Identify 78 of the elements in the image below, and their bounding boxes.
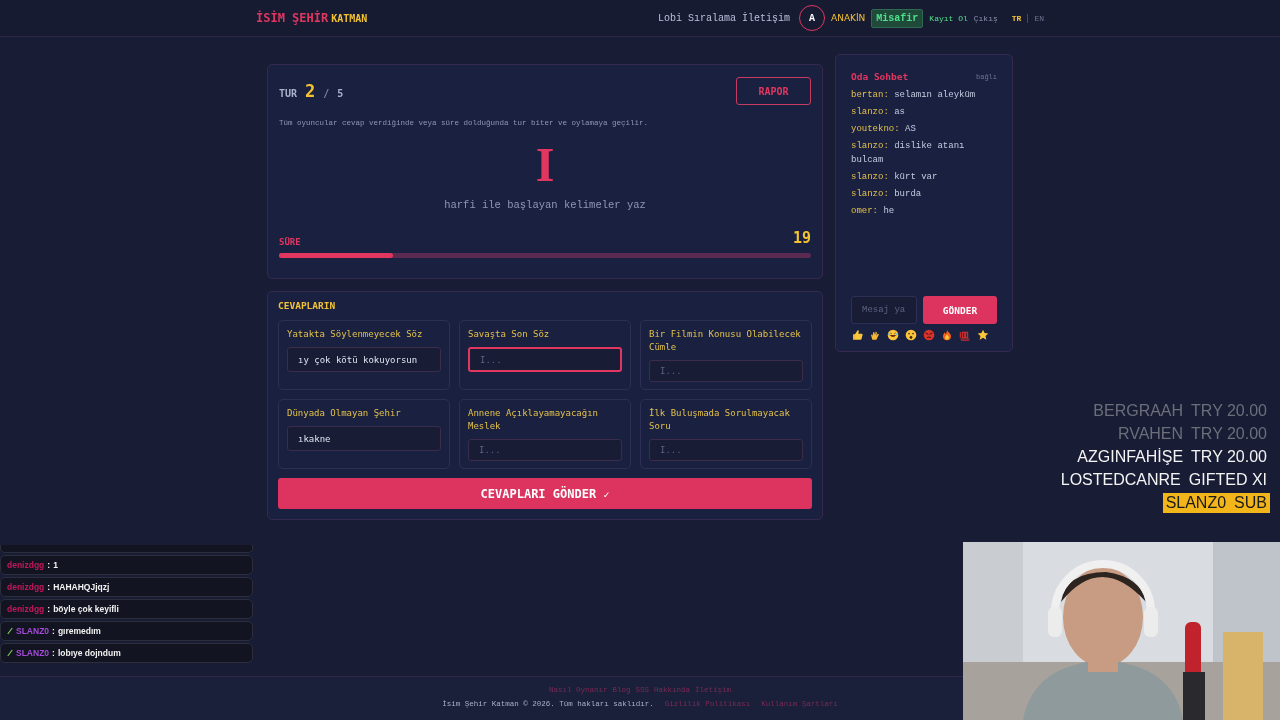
category-label: Savaşta Son Söz <box>468 328 551 341</box>
submit-button[interactable]: CEVAPLARI GÖNDER ✓ <box>278 478 812 509</box>
round-separator: / <box>323 88 330 99</box>
surprised-face-icon[interactable] <box>905 329 917 341</box>
chat-message: slanzo: kürt var <box>851 171 939 184</box>
category-label: Annene Açıklayamayacağın Meslek <box>468 407 600 433</box>
timer-value: 19 <box>792 229 811 247</box>
angry-face-icon[interactable] <box>923 329 935 341</box>
event-detail: TRY 20.00 <box>1191 447 1267 467</box>
auth-link[interactable]: Çıkış <box>973 13 998 23</box>
chat-message: bertan: selamın aleyküm <box>851 89 977 102</box>
chat-title: Oda Sohbet <box>851 71 909 82</box>
chat-separator: : <box>47 582 51 592</box>
event-detail: TRY 20.00 <box>1191 424 1267 444</box>
answer-field[interactable]: ıy çok kötü kokuyorsun <box>287 347 441 372</box>
chat-message: slanzo: as <box>851 106 907 119</box>
language-option[interactable]: EN <box>1034 13 1044 23</box>
chat-text: lobıye dojndum <box>57 648 121 658</box>
nav-link[interactable]: Lobi <box>657 12 682 24</box>
laughing-face-icon[interactable] <box>887 329 899 341</box>
chat-text: gıremedım <box>57 626 101 636</box>
thumbs-up-icon[interactable] <box>851 329 863 341</box>
language-option[interactable]: TR <box>1011 13 1022 23</box>
slash-icon <box>7 627 13 635</box>
star-icon[interactable] <box>977 329 989 341</box>
event-detail: TRY 20.00 <box>1191 401 1267 421</box>
event-detail: GIFTED XI <box>1188 470 1267 490</box>
chat-text: böyle çok keyifli <box>53 604 119 614</box>
timer-label: SÜRE <box>279 237 301 247</box>
chat-username: denizdgg <box>7 582 45 592</box>
answer-field[interactable]: I... <box>468 439 622 461</box>
chat-separator: : <box>47 604 51 614</box>
chat-username: denizdgg <box>7 604 45 614</box>
round-number: 2 <box>305 81 316 101</box>
answer-field[interactable]: ıkakne <box>287 426 441 451</box>
chat-separator: : <box>52 626 55 636</box>
message-field[interactable]: Mesaj ya <box>851 296 917 324</box>
send-button[interactable]: GÖNDER <box>923 296 997 324</box>
nav-link[interactable]: İletişim <box>742 12 790 24</box>
event-name: SLANZ0 <box>1165 493 1227 513</box>
logo-subtitle[interactable]: KATMAN <box>331 13 368 24</box>
nav-link[interactable]: Sıralama <box>687 12 736 24</box>
round-total: 5 <box>337 88 344 99</box>
chat-message: youtekno: AS <box>851 123 917 136</box>
round-label: TUR <box>279 88 298 99</box>
clapping-hands-icon[interactable] <box>869 329 881 341</box>
answer-field[interactable]: I... <box>649 360 803 382</box>
chat-username: denizdgg <box>7 560 45 570</box>
category-label: Bir Filmin Konusu Olabilecek Cümle <box>649 328 802 354</box>
event-name: RVAHEN <box>1117 424 1184 444</box>
section-title: CEVAPLARIN <box>278 300 337 311</box>
fire-icon[interactable] <box>941 329 953 341</box>
category-label: Dünyada Olmayan Şehir <box>287 407 402 420</box>
chat-username: SLANZ0 <box>16 626 50 636</box>
chat-message: slanzo: burda <box>851 188 923 201</box>
category-label: Yatakta Söylenmeyecek Söz <box>287 328 424 341</box>
chat-separator: : <box>52 648 55 658</box>
logo-title[interactable]: İSİM ŞEHİR <box>256 11 329 25</box>
chat-text: 1 <box>53 560 58 570</box>
chat-separator: : <box>47 560 51 570</box>
event-name: LOSTEDCANRE <box>1060 470 1181 490</box>
target-letter: I <box>534 143 556 187</box>
instruction-text: harfi ile başlayan kelimeler yaz <box>443 199 647 211</box>
answer-field[interactable]: I... <box>468 347 622 372</box>
chat-message: omer: he <box>851 205 896 218</box>
role-badge: Misafir <box>871 8 924 28</box>
chat-username: SLANZ0 <box>16 648 50 658</box>
category-label: İlk Buluşmada Sorulmayacak Soru <box>649 407 791 433</box>
event-name: AZGINFAHİŞE <box>1077 447 1184 467</box>
chat-text: HAHAHQJjqzj <box>53 582 110 592</box>
answer-field[interactable]: I... <box>649 439 803 461</box>
hundred-points-icon[interactable] <box>959 329 971 341</box>
report-button[interactable]: RAPOR <box>736 77 811 105</box>
event-name: BERGRAAH <box>1093 401 1184 421</box>
event-detail: SUB <box>1234 493 1267 513</box>
slash-icon <box>7 649 13 657</box>
user-name: ANAKİN <box>831 13 866 23</box>
auth-link[interactable]: Kayıt Ol <box>929 13 968 23</box>
